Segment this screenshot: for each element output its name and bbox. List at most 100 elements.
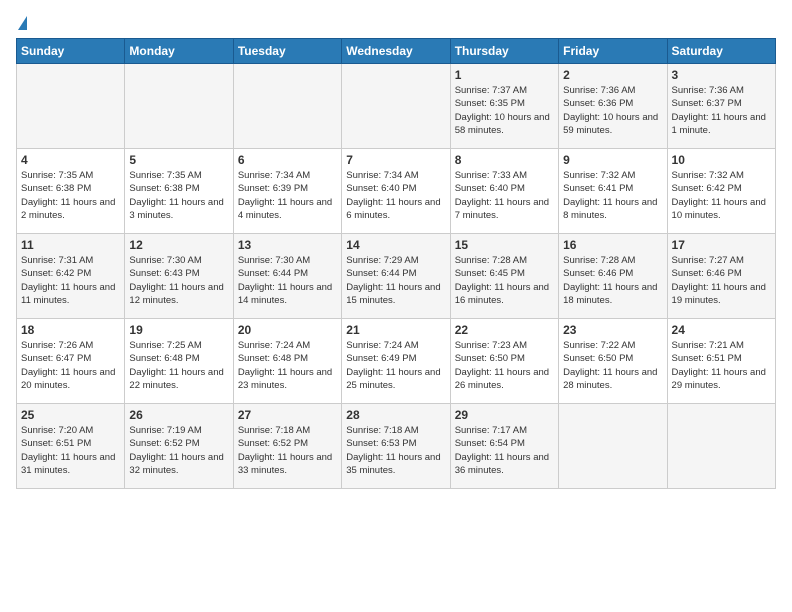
calendar-cell: 2 Sunrise: 7:36 AMSunset: 6:36 PMDaylight… <box>559 64 667 149</box>
calendar-week-1: 1 Sunrise: 7:37 AMSunset: 6:35 PMDaylight… <box>17 64 776 149</box>
day-info: Sunrise: 7:17 AMSunset: 6:54 PMDaylight:… <box>455 424 554 477</box>
calendar-table: SundayMondayTuesdayWednesdayThursdayFrid… <box>16 38 776 489</box>
calendar-cell: 22Sunrise: 7:23 AMSunset: 6:50 PMDayligh… <box>450 319 558 404</box>
day-info: Sunrise: 7:28 AMSunset: 6:45 PMDaylight:… <box>455 254 554 307</box>
day-number: 23 <box>563 323 662 337</box>
calendar-cell: 5 Sunrise: 7:35 AMSunset: 6:38 PMDaylight… <box>125 149 233 234</box>
calendar-cell: 12Sunrise: 7:30 AMSunset: 6:43 PMDayligh… <box>125 234 233 319</box>
calendar-cell: 19 Sunrise: 7:25 AMSunset: 6:48 PMDayligh… <box>125 319 233 404</box>
day-number: 26 <box>129 408 228 422</box>
day-number: 27 <box>238 408 337 422</box>
calendar-cell: 21 Sunrise: 7:24 AMSunset: 6:49 PMDayligh… <box>342 319 450 404</box>
calendar-week-2: 4 Sunrise: 7:35 AMSunset: 6:38 PMDaylight… <box>17 149 776 234</box>
calendar-cell: 28Sunrise: 7:18 AMSunset: 6:53 PMDayligh… <box>342 404 450 489</box>
day-number: 21 <box>346 323 445 337</box>
day-info: Sunrise: 7:21 AMSunset: 6:51 PMDaylight:… <box>672 339 771 392</box>
day-number: 2 <box>563 68 662 82</box>
calendar-cell <box>233 64 341 149</box>
day-number: 7 <box>346 153 445 167</box>
day-info: Sunrise: 7:22 AMSunset: 6:50 PMDaylight:… <box>563 339 662 392</box>
calendar-header-row: SundayMondayTuesdayWednesdayThursdayFrid… <box>17 39 776 64</box>
calendar-header-saturday: Saturday <box>667 39 775 64</box>
day-info: Sunrise: 7:32 AMSunset: 6:42 PMDaylight:… <box>672 169 771 222</box>
calendar-header-thursday: Thursday <box>450 39 558 64</box>
day-number: 4 <box>21 153 120 167</box>
calendar-cell: 20 Sunrise: 7:24 AMSunset: 6:48 PMDayligh… <box>233 319 341 404</box>
day-info: Sunrise: 7:29 AMSunset: 6:44 PMDaylight:… <box>346 254 445 307</box>
calendar-header-tuesday: Tuesday <box>233 39 341 64</box>
day-number: 12 <box>129 238 228 252</box>
calendar-cell: 14 Sunrise: 7:29 AMSunset: 6:44 PMDayligh… <box>342 234 450 319</box>
day-info: Sunrise: 7:19 AMSunset: 6:52 PMDaylight:… <box>129 424 228 477</box>
day-info: Sunrise: 7:32 AMSunset: 6:41 PMDaylight:… <box>563 169 662 222</box>
calendar-week-4: 18Sunrise: 7:26 AMSunset: 6:47 PMDayligh… <box>17 319 776 404</box>
day-number: 10 <box>672 153 771 167</box>
day-info: Sunrise: 7:30 AMSunset: 6:44 PMDaylight:… <box>238 254 337 307</box>
calendar-cell: 27 Sunrise: 7:18 AMSunset: 6:52 PMDayligh… <box>233 404 341 489</box>
day-info: Sunrise: 7:23 AMSunset: 6:50 PMDaylight:… <box>455 339 554 392</box>
calendar-cell <box>559 404 667 489</box>
day-number: 8 <box>455 153 554 167</box>
calendar-header-sunday: Sunday <box>17 39 125 64</box>
day-number: 13 <box>238 238 337 252</box>
calendar-cell: 16 Sunrise: 7:28 AMSunset: 6:46 PMDayligh… <box>559 234 667 319</box>
day-info: Sunrise: 7:24 AMSunset: 6:49 PMDaylight:… <box>346 339 445 392</box>
day-info: Sunrise: 7:35 AMSunset: 6:38 PMDaylight:… <box>21 169 120 222</box>
calendar-cell: 3 Sunrise: 7:36 AMSunset: 6:37 PMDaylight… <box>667 64 775 149</box>
day-info: Sunrise: 7:27 AMSunset: 6:46 PMDaylight:… <box>672 254 771 307</box>
day-number: 16 <box>563 238 662 252</box>
day-info: Sunrise: 7:35 AMSunset: 6:38 PMDaylight:… <box>129 169 228 222</box>
calendar-cell: 23 Sunrise: 7:22 AMSunset: 6:50 PMDayligh… <box>559 319 667 404</box>
calendar-cell: 8 Sunrise: 7:33 AMSunset: 6:40 PMDaylight… <box>450 149 558 234</box>
calendar-cell: 9 Sunrise: 7:32 AMSunset: 6:41 PMDaylight… <box>559 149 667 234</box>
calendar-header-friday: Friday <box>559 39 667 64</box>
day-number: 19 <box>129 323 228 337</box>
calendar-cell: 10 Sunrise: 7:32 AMSunset: 6:42 PMDayligh… <box>667 149 775 234</box>
calendar-cell <box>125 64 233 149</box>
day-info: Sunrise: 7:24 AMSunset: 6:48 PMDaylight:… <box>238 339 337 392</box>
day-number: 3 <box>672 68 771 82</box>
day-info: Sunrise: 7:33 AMSunset: 6:40 PMDaylight:… <box>455 169 554 222</box>
day-info: Sunrise: 7:28 AMSunset: 6:46 PMDaylight:… <box>563 254 662 307</box>
calendar-cell: 13 Sunrise: 7:30 AMSunset: 6:44 PMDayligh… <box>233 234 341 319</box>
day-number: 5 <box>129 153 228 167</box>
calendar-cell: 29 Sunrise: 7:17 AMSunset: 6:54 PMDayligh… <box>450 404 558 489</box>
day-number: 9 <box>563 153 662 167</box>
day-info: Sunrise: 7:18 AMSunset: 6:53 PMDaylight:… <box>346 424 445 477</box>
day-number: 1 <box>455 68 554 82</box>
day-number: 6 <box>238 153 337 167</box>
calendar-cell: 26 Sunrise: 7:19 AMSunset: 6:52 PMDayligh… <box>125 404 233 489</box>
day-number: 14 <box>346 238 445 252</box>
calendar-cell <box>667 404 775 489</box>
calendar-header-monday: Monday <box>125 39 233 64</box>
day-number: 17 <box>672 238 771 252</box>
calendar-header-wednesday: Wednesday <box>342 39 450 64</box>
day-number: 20 <box>238 323 337 337</box>
calendar-cell: 1 Sunrise: 7:37 AMSunset: 6:35 PMDaylight… <box>450 64 558 149</box>
day-info: Sunrise: 7:25 AMSunset: 6:48 PMDaylight:… <box>129 339 228 392</box>
day-info: Sunrise: 7:31 AMSunset: 6:42 PMDaylight:… <box>21 254 120 307</box>
logo <box>16 16 27 30</box>
calendar-cell: 24Sunrise: 7:21 AMSunset: 6:51 PMDayligh… <box>667 319 775 404</box>
day-info: Sunrise: 7:34 AMSunset: 6:39 PMDaylight:… <box>238 169 337 222</box>
day-info: Sunrise: 7:18 AMSunset: 6:52 PMDaylight:… <box>238 424 337 477</box>
day-number: 11 <box>21 238 120 252</box>
calendar-cell: 4 Sunrise: 7:35 AMSunset: 6:38 PMDaylight… <box>17 149 125 234</box>
calendar-cell: 6 Sunrise: 7:34 AMSunset: 6:39 PMDaylight… <box>233 149 341 234</box>
day-info: Sunrise: 7:37 AMSunset: 6:35 PMDaylight:… <box>455 84 554 137</box>
calendar-body: 1 Sunrise: 7:37 AMSunset: 6:35 PMDaylight… <box>17 64 776 489</box>
calendar-week-5: 25Sunrise: 7:20 AMSunset: 6:51 PMDayligh… <box>17 404 776 489</box>
calendar-cell: 17 Sunrise: 7:27 AMSunset: 6:46 PMDayligh… <box>667 234 775 319</box>
calendar-week-3: 11 Sunrise: 7:31 AMSunset: 6:42 PMDayligh… <box>17 234 776 319</box>
calendar-cell: 15 Sunrise: 7:28 AMSunset: 6:45 PMDayligh… <box>450 234 558 319</box>
calendar-cell: 25Sunrise: 7:20 AMSunset: 6:51 PMDayligh… <box>17 404 125 489</box>
day-info: Sunrise: 7:36 AMSunset: 6:36 PMDaylight:… <box>563 84 662 137</box>
day-number: 29 <box>455 408 554 422</box>
day-info: Sunrise: 7:36 AMSunset: 6:37 PMDaylight:… <box>672 84 771 137</box>
day-number: 15 <box>455 238 554 252</box>
day-info: Sunrise: 7:20 AMSunset: 6:51 PMDaylight:… <box>21 424 120 477</box>
logo-icon <box>18 16 27 30</box>
calendar-cell <box>17 64 125 149</box>
calendar-cell <box>342 64 450 149</box>
calendar-cell: 7Sunrise: 7:34 AMSunset: 6:40 PMDaylight… <box>342 149 450 234</box>
